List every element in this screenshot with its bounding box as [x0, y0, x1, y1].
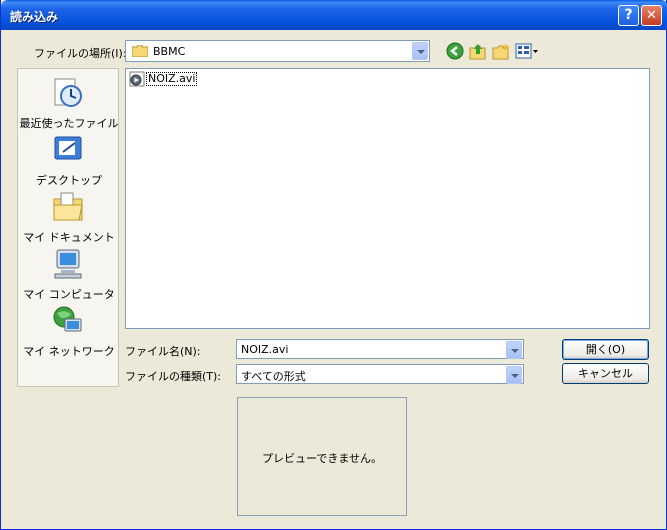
file-name-field[interactable]: NOIZ.avi	[236, 339, 524, 359]
look-in-label: ファイルの場所(I):	[34, 47, 127, 60]
new-folder-icon[interactable]	[492, 42, 510, 60]
preview-pane: プレビューできません。	[237, 397, 407, 516]
open-button[interactable]: 開く(O)	[562, 339, 649, 360]
place-label: デスクトップ	[36, 174, 102, 187]
places-bar: 最近使ったファイル デスクトップ マイ ドキュメント マイ コンピュータ マイ …	[17, 68, 119, 387]
folder-icon	[132, 45, 148, 57]
view-menu-icon[interactable]	[515, 42, 539, 60]
file-type-value: すべての形式	[241, 370, 306, 383]
chevron-down-icon[interactable]	[506, 366, 522, 384]
file-type-dropdown[interactable]: すべての形式	[236, 364, 524, 384]
window-title: 読み込み	[10, 10, 59, 24]
place-label: マイ コンピュータ	[23, 288, 115, 301]
file-type-label: ファイルの種類(T):	[125, 370, 222, 383]
chevron-down-icon[interactable]	[412, 42, 428, 60]
file-name: NOIZ.avi	[146, 72, 198, 86]
look-in-value: BBMC	[153, 45, 186, 58]
file-list[interactable]: NOIZ.avi	[125, 68, 650, 329]
look-in-dropdown[interactable]: BBMC	[125, 40, 430, 62]
video-file-icon	[129, 71, 145, 87]
my-documents-icon	[53, 192, 83, 221]
desktop-icon	[54, 136, 82, 160]
back-icon[interactable]	[446, 42, 464, 60]
close-button[interactable]: ✕	[641, 5, 662, 26]
cancel-button[interactable]: キャンセル	[562, 363, 649, 384]
my-computer-icon	[54, 249, 82, 279]
file-name-label: ファイル名(N):	[125, 345, 201, 358]
recent-documents-icon	[54, 78, 82, 107]
place-label: 最近使ったファイル	[19, 117, 119, 130]
preview-message: プレビューできません。	[261, 452, 382, 465]
place-label: マイ ドキュメント	[23, 231, 115, 244]
help-button[interactable]: ?	[618, 5, 639, 26]
open-dialog: 読み込み ? ✕ ファイルの場所(I): BBMC 最近使ったファイル デスクト…	[0, 0, 667, 530]
file-name-value: NOIZ.avi	[241, 343, 289, 356]
chevron-down-icon[interactable]	[506, 341, 522, 359]
place-label: マイ ネットワーク	[23, 345, 115, 358]
title-bar[interactable]: 読み込み ? ✕	[1, 0, 667, 30]
up-folder-icon[interactable]	[469, 42, 487, 60]
my-network-icon	[53, 306, 82, 332]
